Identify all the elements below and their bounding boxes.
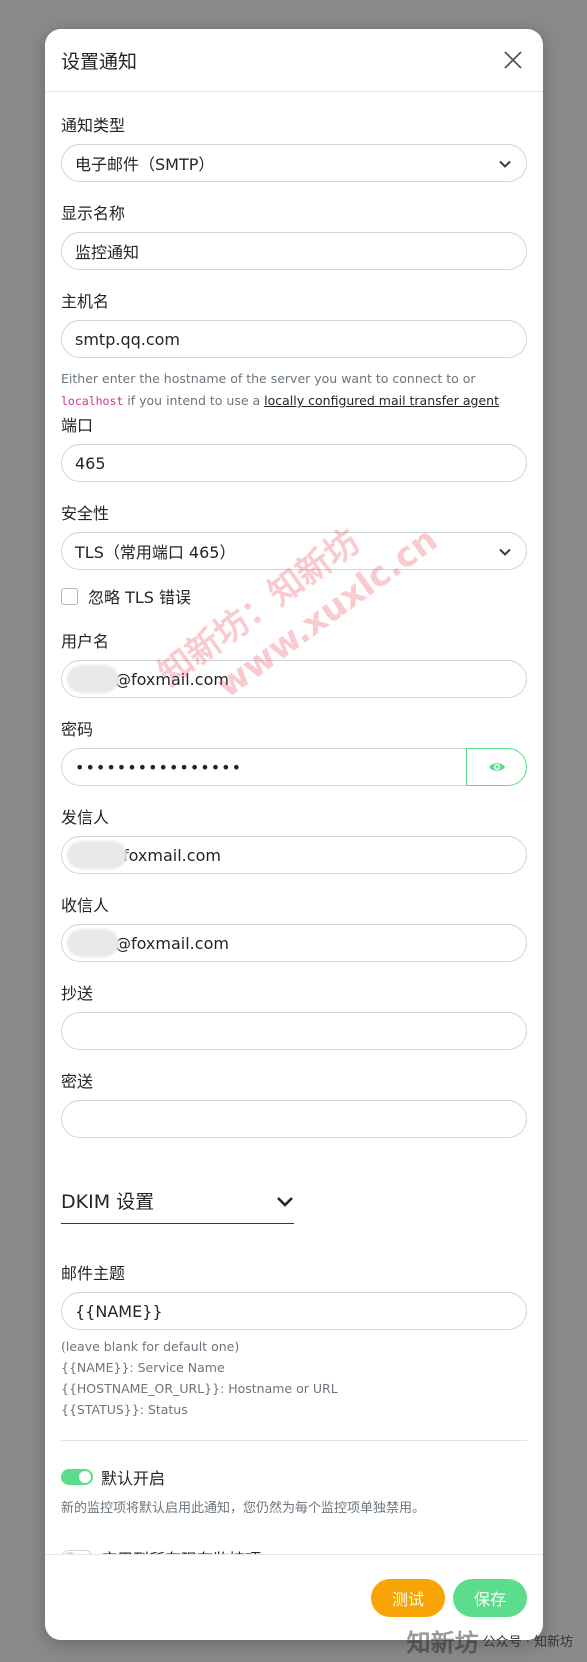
subject-input[interactable]: {{NAME}} — [61, 1292, 527, 1330]
cc-input[interactable] — [61, 1012, 527, 1050]
mail-transfer-agent-link[interactable]: locally configured mail transfer agent — [264, 393, 499, 408]
dkim-settings-toggle[interactable]: DKIM 设置 — [61, 1178, 294, 1224]
security-label: 安全性 — [61, 504, 110, 523]
ignore-tls-label: 忽略 TLS 错误 — [88, 588, 192, 607]
password-value: •••••••••••••••• — [75, 757, 242, 777]
display-name-field: 显示名称 监控通知 — [61, 200, 527, 270]
hostname-field: 主机名 smtp.qq.com Either enter the hostnam… — [61, 288, 527, 412]
hostname-label: 主机名 — [61, 292, 110, 311]
test-button[interactable]: 测试 — [371, 1578, 445, 1617]
username-label: 用户名 — [61, 632, 110, 651]
default-enabled-row: 默认开启 — [61, 1465, 527, 1489]
ignore-tls-row: 忽略 TLS 错误 — [61, 584, 527, 608]
show-password-button[interactable] — [466, 748, 527, 786]
subject-hint-line: {{NAME}}: Service Name — [61, 1360, 225, 1375]
eye-icon — [488, 763, 505, 771]
port-value: 465 — [75, 453, 106, 473]
dkim-settings-title: DKIM 设置 — [61, 1191, 155, 1213]
hostname-value: smtp.qq.com — [75, 329, 181, 349]
security-field: 安全性 TLS（常用端口 465） — [61, 500, 527, 570]
subject-hint: (leave blank for default one) {{NAME}}: … — [61, 1336, 527, 1420]
password-input[interactable]: •••••••••••••••• — [61, 748, 466, 786]
port-input[interactable]: 465 — [61, 444, 527, 482]
notification-type-label: 通知类型 — [61, 116, 126, 135]
username-input[interactable]: @foxmail.com — [61, 660, 527, 698]
corner-brand: 知新坊 公众号 · 知新坊 — [407, 1623, 573, 1658]
username-value: @foxmail.com — [115, 669, 229, 689]
display-name-value: 监控通知 — [75, 243, 140, 262]
default-enabled-label: 默认开启 — [101, 1469, 166, 1488]
dialog-body: 通知类型 电子邮件（SMTP） 显示名称 监控通知 主机名 smtp.qq.co… — [45, 112, 543, 1570]
from-label: 发信人 — [61, 808, 110, 827]
bcc-label: 密送 — [61, 1072, 94, 1091]
hostname-hint-code: localhost — [61, 394, 124, 408]
display-name-label: 显示名称 — [61, 204, 126, 223]
save-button[interactable]: 保存 — [453, 1578, 527, 1617]
notification-settings-dialog: 设置通知 通知类型 电子邮件（SMTP） 显示名称 监控通知 主机名 smtp.… — [45, 29, 543, 1640]
security-select[interactable]: TLS（常用端口 465） — [61, 532, 527, 570]
ignore-tls-checkbox[interactable] — [61, 587, 78, 605]
cc-label: 抄送 — [61, 984, 94, 1003]
chevron-down-icon — [499, 548, 511, 556]
subject-field: 邮件主题 {{NAME}} (leave blank for default o… — [61, 1260, 527, 1420]
from-value: foxmail.com — [123, 845, 221, 865]
close-icon — [504, 51, 522, 69]
brand-logo: 知新坊 — [406, 1629, 479, 1657]
hostname-hint: Either enter the hostname of the server … — [61, 368, 527, 412]
section-divider — [61, 1440, 527, 1441]
subject-label: 邮件主题 — [61, 1264, 126, 1283]
cc-field: 抄送 — [61, 980, 527, 1050]
dialog-title: 设置通知 — [61, 50, 138, 73]
chevron-down-icon — [277, 1196, 293, 1207]
subject-hint-line: (leave blank for default one) — [61, 1339, 240, 1354]
display-name-input[interactable]: 监控通知 — [61, 232, 527, 270]
notification-type-select[interactable]: 电子邮件（SMTP） — [61, 144, 527, 182]
brand-caption: 公众号 · 知新坊 — [482, 1635, 573, 1650]
default-enabled-switch[interactable] — [61, 1469, 93, 1485]
to-label: 收信人 — [61, 896, 110, 915]
chevron-down-icon — [499, 160, 511, 168]
password-label: 密码 — [61, 720, 94, 739]
subject-hint-line: {{STATUS}}: Status — [61, 1402, 188, 1417]
username-field: 用户名 @foxmail.com — [61, 628, 527, 698]
to-input[interactable]: @foxmail.com — [61, 924, 527, 962]
subject-value: {{NAME}} — [75, 1301, 163, 1321]
from-field: 发信人 foxmail.com — [61, 804, 527, 874]
port-label: 端口 — [61, 416, 94, 435]
redacted-blur — [67, 665, 119, 693]
from-input[interactable]: foxmail.com — [61, 836, 527, 874]
close-button[interactable] — [499, 46, 527, 74]
redacted-blur — [67, 929, 119, 957]
bcc-input[interactable] — [61, 1100, 527, 1138]
notification-type-value: 电子邮件（SMTP） — [75, 155, 215, 174]
password-field: 密码 •••••••••••••••• — [61, 716, 527, 786]
password-group: •••••••••••••••• — [61, 748, 527, 786]
default-enabled-description: 新的监控项将默认启用此通知，您仍然为每个监控项单独禁用。 — [61, 1501, 426, 1516]
hostname-input[interactable]: smtp.qq.com — [61, 320, 527, 358]
bcc-field: 密送 — [61, 1068, 527, 1138]
to-value: @foxmail.com — [115, 933, 229, 953]
dialog-header: 设置通知 — [45, 29, 543, 92]
hostname-hint-text: Either enter the hostname of the server … — [61, 371, 476, 386]
hostname-hint-mid: if you intend to use a — [123, 393, 265, 408]
notification-type-field: 通知类型 电子邮件（SMTP） — [61, 112, 527, 182]
security-value: TLS（常用端口 465） — [75, 543, 236, 562]
port-field: 端口 465 — [61, 412, 527, 482]
subject-hint-line: {{HOSTNAME_OR_URL}}: Hostname or URL — [61, 1381, 338, 1396]
to-field: 收信人 @foxmail.com — [61, 892, 527, 962]
redacted-blur — [67, 841, 127, 869]
